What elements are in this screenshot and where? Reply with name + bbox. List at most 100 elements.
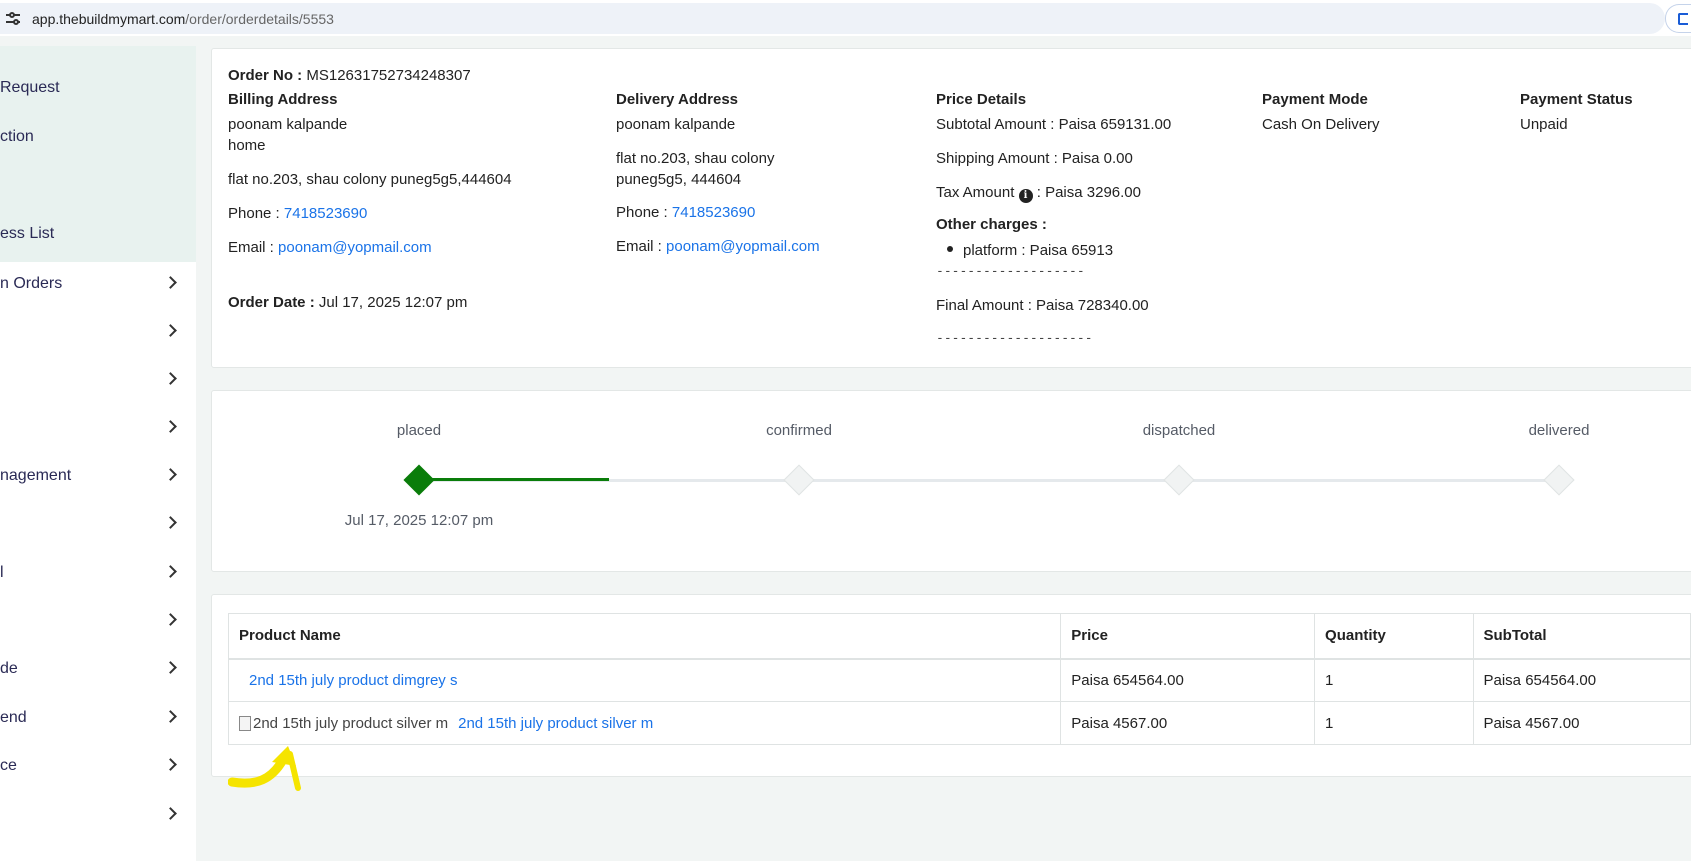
chevron-right-icon [164, 613, 177, 626]
tracker-progress [419, 478, 609, 481]
chevron-right-icon [164, 468, 177, 481]
table-row: 2nd 15th july product silver m 2nd 15th j… [227, 701, 1691, 745]
url-text[interactable]: app.thebuildmymart.com/order/orderdetail… [32, 11, 334, 27]
billing-email: Email : poonam@yopmail.com [228, 239, 432, 256]
billing-heading: Billing Address [228, 91, 338, 108]
step-label-delivered: delivered [1528, 422, 1590, 439]
sidebar-item[interactable]: ce [0, 752, 196, 780]
tax-amount: Tax Amount i : Paisa 3296.00 [936, 184, 1141, 203]
other-charge-item: platform : Paisa 65913 [947, 242, 1113, 259]
product-link[interactable]: 2nd 15th july product silver m [458, 715, 653, 732]
sidebar-item[interactable] [0, 318, 196, 346]
chevron-right-icon [164, 807, 177, 820]
step-label-dispatched: dispatched [1142, 422, 1216, 439]
other-charges-heading: Other charges : [936, 216, 1047, 233]
sidebar-item[interactable] [0, 607, 196, 635]
delivery-email-link[interactable]: poonam@yopmail.com [666, 238, 820, 255]
separator: -------------------- [936, 331, 1093, 346]
chevron-right-icon [164, 276, 177, 289]
sidebar-item[interactable] [0, 414, 196, 442]
product-image-broken[interactable]: 2nd 15th july product silver m [239, 715, 448, 732]
delivery-name: poonam kalpande [616, 116, 736, 133]
info-icon[interactable]: i [1018, 189, 1033, 203]
product-link[interactable]: 2nd 15th july product dimgrey s [249, 672, 457, 689]
chevron-right-icon [164, 324, 177, 337]
delivery-email: Email : poonam@yopmail.com [616, 238, 820, 255]
sidebar-item-request[interactable]: Request [0, 74, 196, 102]
sidebar-item-label: ess List [0, 225, 55, 242]
delivery-address-line2: puneg5g5, 444604 [616, 171, 742, 188]
billing-name: poonam kalpande [228, 116, 348, 133]
delivery-phone-link[interactable]: 7418523690 [672, 204, 755, 221]
column-header-quantity: Quantity [1314, 613, 1474, 660]
delivery-heading: Delivery Address [616, 91, 739, 108]
sidebar-item[interactable] [0, 801, 196, 829]
payment-mode: Cash On Delivery [1262, 116, 1380, 133]
sidebar-item[interactable]: end [0, 704, 196, 732]
site-settings-icon[interactable] [6, 11, 22, 27]
subtotal-cell: Paisa 4567.00 [1472, 701, 1691, 745]
final-amount: Final Amount : Paisa 728340.00 [936, 297, 1149, 314]
billing-phone-link[interactable]: 7418523690 [284, 205, 367, 222]
subtotal-cell: Paisa 654564.00 [1472, 658, 1691, 702]
chevron-right-icon [164, 710, 177, 723]
sidebar-item-label: de [0, 660, 18, 677]
address-bar[interactable]: app.thebuildmymart.com/order/orderdetail… [0, 3, 1665, 34]
product-name-cell: 2nd 15th july product dimgrey s [227, 658, 1062, 702]
billing-phone: Phone : 7418523690 [228, 205, 368, 222]
sidebar-item-label: nagement [0, 467, 72, 484]
price-cell: Paisa 4567.00 [1060, 701, 1316, 745]
step-label-placed: placed [396, 422, 442, 439]
chevron-right-icon [164, 372, 177, 385]
browser-toolbar: app.thebuildmymart.com/order/orderdetail… [0, 0, 1691, 36]
sidebar-item[interactable] [0, 366, 196, 394]
table-row: 2nd 15th july product dimgrey s Paisa 65… [227, 658, 1691, 702]
chevron-right-icon [164, 661, 177, 674]
delivery-phone: Phone : 7418523690 [616, 204, 756, 221]
sidebar-item[interactable] [0, 510, 196, 538]
subtotal-amount: Subtotal Amount : Paisa 659131.00 [936, 116, 1172, 133]
product-name-cell: 2nd 15th july product silver m 2nd 15th j… [227, 701, 1062, 745]
extension-icon[interactable] [1665, 4, 1691, 33]
order-number: Order No : MS12631752734248307 [228, 67, 471, 84]
sidebar-item[interactable]: de [0, 655, 196, 683]
quantity-cell: 1 [1314, 701, 1474, 745]
sidebar-item-label: n Orders [0, 275, 63, 292]
chevron-right-icon [164, 758, 177, 771]
sidebar-item-label: end [0, 709, 27, 726]
bullet-icon [947, 246, 953, 252]
billing-address-tag: home [228, 137, 266, 154]
billing-address: flat no.203, shau colony puneg5g5,444604 [228, 171, 512, 188]
annotation-arrow-icon [228, 746, 301, 791]
sidebar-item-address-list[interactable]: ess List [0, 220, 196, 248]
products-table: Product Name Price Quantity SubTotal 2nd… [227, 613, 1691, 745]
separator: ------------------- [936, 264, 1085, 279]
sidebar-item-management[interactable]: nagement [0, 462, 196, 490]
step-date-placed: Jul 17, 2025 12:07 pm [344, 512, 494, 529]
payment-status-heading: Payment Status [1520, 91, 1633, 108]
sidebar-item-label: l [0, 564, 4, 581]
column-header-price: Price [1060, 613, 1316, 660]
price-cell: Paisa 654564.00 [1060, 658, 1316, 702]
payment-status: Unpaid [1520, 116, 1568, 133]
sidebar-item-orders[interactable]: n Orders [0, 270, 196, 298]
chevron-right-icon [164, 420, 177, 433]
sidebar-item-label: ction [0, 128, 34, 145]
sidebar: Request ction ess List n Orders nagement… [0, 46, 196, 861]
billing-email-link[interactable]: poonam@yopmail.com [278, 239, 432, 256]
sidebar-item-collection[interactable]: ction [0, 123, 196, 151]
quantity-cell: 1 [1314, 658, 1474, 702]
column-header-product-name: Product Name [227, 613, 1062, 660]
chevron-right-icon [164, 516, 177, 529]
delivery-address-line1: flat no.203, shau colony [616, 150, 775, 167]
step-label-confirmed: confirmed [766, 422, 832, 439]
sidebar-item-label: Request [0, 79, 60, 96]
sidebar-item[interactable]: l [0, 559, 196, 587]
price-heading: Price Details [936, 91, 1027, 108]
payment-mode-heading: Payment Mode [1262, 91, 1368, 108]
chevron-right-icon [164, 565, 177, 578]
column-header-subtotal: SubTotal [1472, 613, 1691, 660]
order-date: Order Date : Jul 17, 2025 12:07 pm [228, 294, 468, 311]
shipping-amount: Shipping Amount : Paisa 0.00 [936, 150, 1133, 167]
sidebar-item-label: ce [0, 757, 17, 774]
